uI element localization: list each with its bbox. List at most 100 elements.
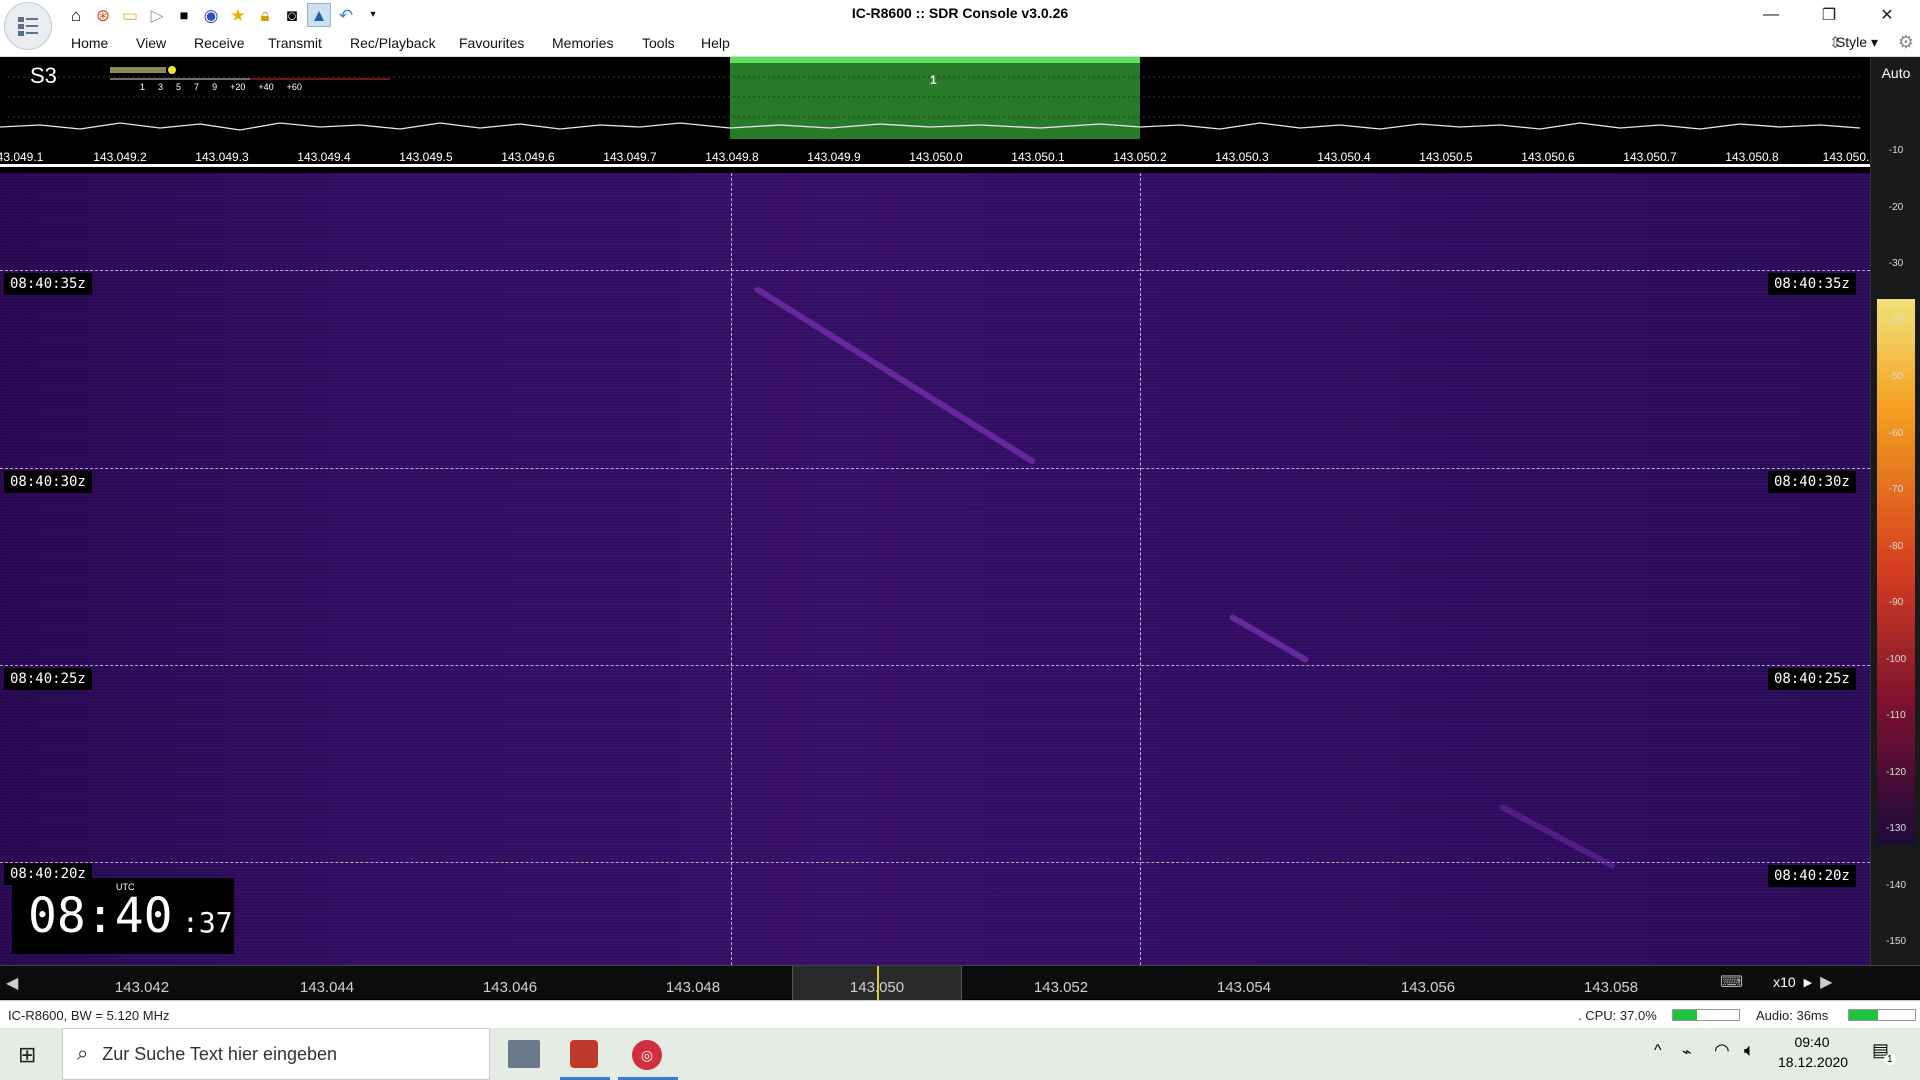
bottom-freq-tick: 143.042 — [114, 979, 170, 996]
db-tick: -80 — [1888, 541, 1904, 552]
audio-latency-label: Audio: 36ms — [1756, 1008, 1829, 1023]
sdr-console-taskbar-icon[interactable]: ◎ — [632, 1040, 662, 1070]
time-gridline — [0, 270, 1870, 271]
menu-memories[interactable]: Memories — [552, 35, 613, 51]
doppler-trace — [1228, 613, 1310, 664]
minimize-button[interactable]: — — [1748, 0, 1794, 30]
app-menu-icon — [18, 17, 38, 36]
close-button[interactable]: ✕ — [1864, 0, 1910, 30]
tray-expand-icon[interactable]: ^ — [1654, 1042, 1662, 1060]
scroll-left-icon[interactable]: ◀ — [6, 973, 18, 993]
meter-tick: 9 — [212, 82, 218, 92]
menu-tools[interactable]: Tools — [642, 35, 675, 51]
time-label-right: 08:40:35z — [1768, 273, 1856, 295]
zoom-controls: ⌨ x10 ▶ ▶ — [1720, 967, 1900, 997]
freq-tick: 143.049.4 — [297, 150, 351, 164]
menu-home[interactable]: Home — [71, 35, 108, 51]
db-tick: -40 — [1888, 315, 1904, 326]
freq-tick: 143.049.9 — [807, 150, 861, 164]
zoom-next-icon[interactable]: ▶ — [1804, 976, 1812, 989]
windows-start-icon[interactable]: ⊞ — [18, 1042, 36, 1068]
db-tick: -140 — [1885, 880, 1906, 891]
freq-tick: 143.050.8 — [1725, 150, 1779, 164]
freq-tick: 143.050.0 — [909, 150, 963, 164]
frequency-axis-top: 43.049.1 143.049.2 143.049.3 143.049.4 1… — [0, 145, 1870, 167]
waterfall-display[interactable]: 08:40:35z 08:40:30z 08:40:25z 08:40:20z … — [0, 173, 1870, 965]
time-label-left: 08:40:30z — [4, 471, 92, 493]
db-tick: -120 — [1885, 767, 1906, 778]
gear-icon[interactable]: ⚙ — [1898, 32, 1914, 53]
auto-scale-button[interactable]: Auto — [1871, 65, 1920, 81]
freq-tick: 143.050.3 — [1215, 150, 1269, 164]
tray-clock[interactable]: 09:40 18.12.2020 — [1778, 1034, 1849, 1070]
time-label-right: 08:40:25z — [1768, 668, 1856, 690]
meter-tick: +20 — [230, 82, 246, 92]
restore-button[interactable]: ❐ — [1806, 0, 1852, 30]
cpu-usage-fill — [1673, 1010, 1698, 1020]
freq-tick: 143.050.6 — [1521, 150, 1575, 164]
db-tick: -50 — [1888, 371, 1904, 382]
filter-edge-right[interactable] — [1140, 173, 1141, 965]
menu-receive[interactable]: Receive — [194, 35, 245, 51]
cpu-usage-label: . CPU: 37.0% — [1578, 1008, 1657, 1023]
taskbar-app-icon[interactable] — [570, 1040, 598, 1068]
window-title: IC-R8600 :: SDR Console v3.0.26 — [851, 5, 1069, 21]
frequency-scroll-bar[interactable]: ◀ 143.042 143.044 143.046 143.048 143.05… — [0, 965, 1920, 1000]
time-label-right: 08:40:30z — [1768, 471, 1856, 493]
freq-tick: 143.050.5 — [1419, 150, 1473, 164]
menu-rec-playback[interactable]: Rec/Playback — [350, 35, 436, 51]
status-bar: IC-R8600, BW = 5.120 MHz . CPU: 37.0% Au… — [0, 1000, 1920, 1028]
bottom-freq-tick: 143.048 — [665, 979, 721, 996]
audio-latency-bar — [1848, 1009, 1916, 1021]
db-tick: -90 — [1888, 597, 1904, 608]
time-label-right: 08:40:20z — [1768, 865, 1856, 887]
freq-tick: 143.050.2 — [1113, 150, 1167, 164]
application-menu-button[interactable] — [4, 2, 52, 50]
bottom-freq-tick: 143.056 — [1400, 979, 1456, 996]
freq-tick: 143.049.6 — [501, 150, 555, 164]
filter-edge-left[interactable] — [731, 173, 732, 965]
volume-icon[interactable]: 🔈︎ — [1744, 1040, 1755, 1061]
zoom-level[interactable]: x10 — [1773, 974, 1796, 990]
spectrum-display[interactable]: S3 1 3 5 7 9 +20 +40 +60 1 — [0, 57, 1870, 141]
search-placeholder: Zur Suche Text hier eingeben — [102, 1043, 338, 1064]
menu-favourites[interactable]: Favourites — [459, 35, 524, 51]
menu-transmit[interactable]: Transmit — [268, 35, 322, 51]
menu-help[interactable]: Help — [701, 35, 730, 51]
freq-tick: 143.049.5 — [399, 150, 453, 164]
ribbon-menu-bar: Home View Receive Transmit Rec/Playback … — [0, 30, 1920, 57]
db-tick: -150 — [1885, 936, 1906, 947]
network-disconnected-icon[interactable]: ⌁ — [1682, 1042, 1692, 1062]
freq-tick: 143.049.8 — [705, 150, 759, 164]
time-label-left: 08:40:35z — [4, 273, 92, 295]
meter-tick: 7 — [194, 82, 200, 92]
taskbar-search-box[interactable]: ⌕ Zur Suche Text hier eingeben — [62, 1028, 490, 1080]
meter-tick: 5 — [176, 82, 182, 92]
db-tick: -30 — [1888, 258, 1904, 269]
channel-label: 1 — [930, 73, 937, 87]
db-tick: -20 — [1888, 202, 1904, 213]
scroll-right-icon[interactable]: ▶ — [1820, 972, 1832, 992]
tray-date: 18.12.2020 — [1778, 1054, 1849, 1070]
s-meter-scale: 1 3 5 7 9 +20 +40 +60 — [140, 82, 302, 92]
time-gridline — [0, 862, 1870, 863]
bottom-freq-tick: 143.054 — [1216, 979, 1272, 996]
db-scale[interactable]: Auto -10 -20 -30 -40 -50 -60 -70 -80 -90… — [1870, 57, 1920, 965]
freq-tick: 143.049.2 — [93, 150, 147, 164]
freq-tick: 143.050.4 — [1317, 150, 1371, 164]
wifi-icon[interactable]: ◠ — [1714, 1040, 1730, 1061]
audio-latency-fill — [1849, 1010, 1879, 1020]
calculator-icon[interactable] — [508, 1040, 540, 1068]
title-bar: ⌂ ⊛ ▭ ▷ ⏹ ◉ ★ 🔒︎ ◙ ▲ ↶ ▾ IC-R8600 :: SDR… — [0, 0, 1920, 30]
device-bandwidth-status: IC-R8600, BW = 5.120 MHz — [8, 1008, 170, 1023]
meter-tick: 3 — [158, 82, 164, 92]
notification-count: 1 — [1884, 1054, 1896, 1065]
menu-view[interactable]: View — [136, 35, 166, 51]
keyboard-icon[interactable]: ⌨ — [1720, 972, 1743, 992]
bottom-freq-tick: 143.046 — [482, 979, 538, 996]
db-tick: -60 — [1888, 428, 1904, 439]
bottom-freq-tick: 143.044 — [299, 979, 355, 996]
freq-tick: 43.049.1 — [0, 150, 44, 164]
db-tick: -10 — [1888, 145, 1904, 156]
style-menu[interactable]: Style ▾ — [1836, 34, 1878, 51]
